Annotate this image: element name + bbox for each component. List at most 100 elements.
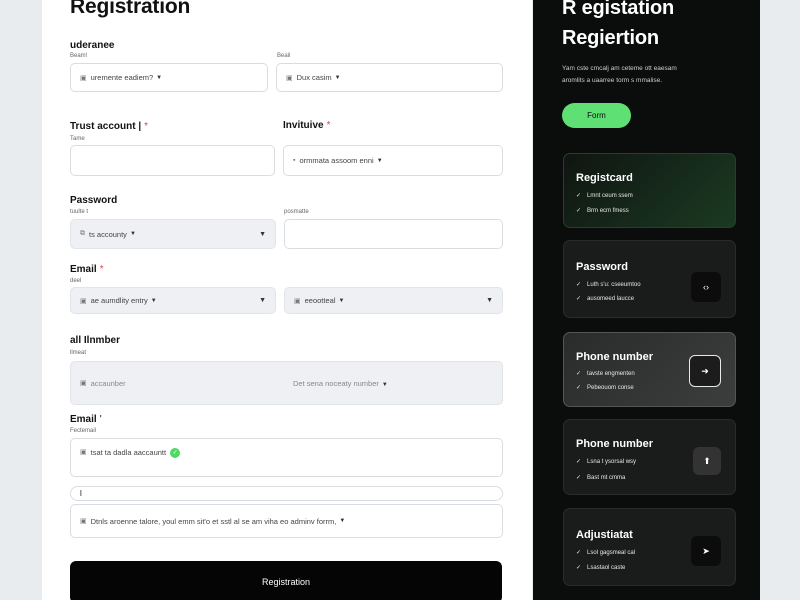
check-icon: ✓	[576, 193, 582, 199]
field-hint: tuulte t	[70, 209, 89, 215]
password-select[interactable]: ⧉ ts accounty ▼ ▼	[70, 219, 276, 249]
expand-arrows-icon[interactable]: ‹›	[691, 272, 721, 302]
check-icon: ✓	[576, 475, 582, 481]
domain-select[interactable]: ▣ Dux casim ▼	[276, 63, 503, 92]
feature-card-password[interactable]: Password ✓ Luth s'u: cseeumtoo ✓ ausomeed …	[563, 240, 736, 318]
card-title: Phone number	[576, 351, 654, 363]
email-select[interactable]: ▣ ae aumdlity entry ▼ ▼	[70, 287, 276, 314]
desc-line: Yam cste cmcalj am ceteme ott eaesam	[562, 65, 677, 72]
field-icon: ▣	[286, 74, 293, 82]
side-title-line1: R egistation	[562, 0, 675, 19]
input-value: accaunber	[90, 378, 126, 388]
password-confirm-input[interactable]	[284, 219, 503, 249]
card-title: Adjustiatat	[576, 529, 633, 541]
card-line: ✓ Lsastaol caste	[576, 564, 625, 571]
phone-number-input[interactable]: ▣ accaunber Det sena noceaty number ▼	[70, 361, 503, 405]
feature-card-adjustiatat[interactable]: Adjustiatat ✓ Lsol gagsmeal cal ✓ Lsastaol…	[563, 508, 736, 586]
feature-card-phone-number-2[interactable]: Phone number ✓ Lsna t ysorsal wsy ✓ Bast m…	[563, 419, 736, 495]
arrow-up-icon[interactable]: ⬆	[693, 447, 721, 475]
field-icon: ▣	[80, 380, 87, 387]
label-text: Trust account |	[70, 121, 142, 132]
trust-account-input[interactable]	[70, 145, 275, 176]
chevron-down-icon: ▼	[129, 231, 136, 237]
card-line: ✓ Brm ecm fmess	[576, 207, 629, 214]
field-label-password: Password	[70, 195, 118, 206]
field-icon: ▣	[80, 449, 87, 456]
feature-card-registcard[interactable]: Registcard ✓ Lmnt ceum ssem ✓ Brm ecm fmes…	[563, 153, 736, 228]
cursor-arrow-icon[interactable]: ➤	[691, 536, 721, 566]
field-hint: Beam!	[70, 53, 88, 59]
select-value: ae aumdlity entry	[90, 296, 148, 305]
field-hint: Fectemail	[70, 428, 97, 434]
chevron-down-icon: ▼	[338, 297, 345, 304]
field-label-trust-account: Trust account | *	[70, 121, 148, 132]
check-icon: ✓	[576, 371, 582, 377]
side-description: Yam cste cmcalj am ceteme ott eaesam aro…	[562, 63, 732, 87]
select-value: Dtnls aroenne talore, youl emm sit'o et …	[90, 516, 337, 526]
label-text: Invituive	[283, 120, 324, 131]
label-text: Email	[70, 414, 97, 425]
field-hint: deel	[70, 278, 82, 284]
field-label-username: uderanee	[70, 40, 115, 51]
card-line: ✓ Luth s'u: cseeumtoo	[576, 281, 641, 288]
field-icon: ⧉	[80, 230, 85, 237]
required-marker: '	[99, 414, 102, 425]
card-line-text: Luth s'u: cseeumtoo	[587, 282, 641, 288]
feature-card-phone-number[interactable]: Phone number ✓ tavste engmenten ✓ Pebeouom…	[563, 332, 736, 407]
chevron-down-icon: ▼	[381, 381, 388, 388]
card-line: ✓ ausomeed laucce	[576, 295, 634, 302]
chevron-down-icon: ▼	[486, 297, 493, 304]
country-code-select[interactable]: Det sena noceaty number ▼	[293, 379, 388, 388]
check-icon: ✓	[576, 282, 582, 288]
check-icon: ✓	[576, 296, 582, 302]
field-label-email-secondary: Email '	[70, 414, 102, 425]
card-line: ✓ tavste engmenten	[576, 370, 635, 377]
check-icon: ✓	[576, 208, 582, 214]
select-value: ormmata assoom enni	[299, 156, 374, 165]
email-domain-select[interactable]: ▣ eeootteal ▼ ▼	[284, 287, 503, 314]
required-marker: *	[99, 264, 104, 275]
required-marker: *	[144, 121, 149, 132]
form-title: Registration	[70, 0, 191, 18]
select-value: Det sena noceaty number	[293, 378, 379, 388]
field-icon: ▣	[294, 297, 301, 305]
form-button[interactable]: Form	[562, 103, 631, 128]
chevron-down-icon: ▼	[339, 518, 346, 524]
field-label-email: Email *	[70, 264, 104, 275]
status-indicator-icon: ✓	[170, 448, 181, 458]
username-select[interactable]: ▣ uremente eadiem? ▼	[70, 63, 268, 92]
select-value: eeootteal	[304, 296, 336, 305]
card-line-text: Lmnt ceum ssem	[587, 193, 633, 199]
field-hint: Beail	[277, 53, 291, 59]
account-input[interactable]: ▣ tsat ta dadla aaccauntt ✓	[70, 438, 503, 477]
arrow-right-icon[interactable]: ➜	[689, 355, 721, 387]
card-title: Password	[576, 261, 628, 273]
chevron-down-icon: ▼	[259, 297, 266, 304]
register-submit-button[interactable]: Registration	[70, 561, 502, 600]
card-title: Phone number	[576, 438, 654, 450]
card-line-text: tavste engmenten	[587, 371, 635, 377]
check-icon: ✓	[576, 385, 582, 391]
chevron-down-icon: ▼	[156, 74, 163, 81]
invite-select[interactable]: ▪ ormmata assoom enni ▼	[283, 145, 503, 176]
check-icon: ✓	[576, 550, 582, 556]
card-line: ✓ Pebeouom conse	[576, 384, 634, 391]
chevron-down-icon: ▼	[150, 297, 157, 304]
chevron-down-icon: ▼	[334, 74, 341, 81]
select-value: uremente eadiem?	[90, 73, 154, 82]
terms-select[interactable]: ▣ Dtnls aroenne talore, youl emm sit'o e…	[70, 504, 503, 538]
card-line-text: ausomeed laucce	[587, 296, 635, 302]
lock-icon: ▪	[293, 157, 296, 164]
input-value: l	[80, 489, 82, 498]
slim-input[interactable]: l	[70, 486, 503, 501]
field-icon: ▣	[80, 518, 87, 525]
desc-line: aromlits a uaarree torm s mmalise.	[562, 77, 663, 84]
field-label-phone-number: all Ilnmber	[70, 335, 121, 346]
card-line-text: Pebeouom conse	[587, 385, 634, 391]
field-hint: Tame	[70, 136, 85, 142]
card-line-text: Lsna t ysorsal wsy	[587, 459, 637, 465]
required-marker: *	[326, 120, 331, 131]
card-line: ✓ Lsol gagsmeal cal	[576, 549, 635, 556]
card-title: Registcard	[576, 172, 633, 184]
card-line-text: Bast mt cmma	[587, 475, 626, 481]
